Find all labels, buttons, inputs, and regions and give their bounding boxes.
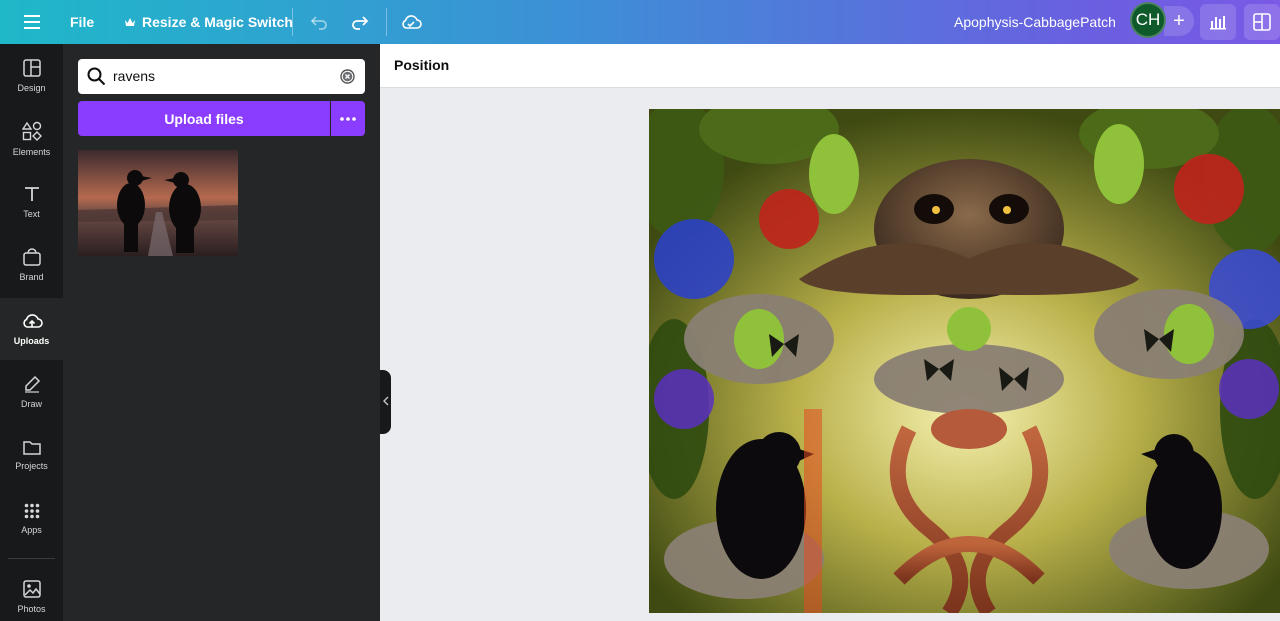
- layout-icon[interactable]: [1244, 4, 1280, 40]
- rail-item-brand[interactable]: Brand: [0, 234, 63, 296]
- left-rail: Design Elements Text Brand Uploads Draw …: [0, 44, 63, 621]
- top-bar: File Resize & Magic Switch Apophysis-Cab…: [0, 0, 1280, 44]
- cloud-sync-icon[interactable]: [396, 0, 426, 44]
- draw-icon: [23, 375, 41, 395]
- rail-label: Apps: [21, 525, 42, 535]
- rail-item-draw[interactable]: Draw: [0, 361, 63, 423]
- rail-item-apps[interactable]: Apps: [0, 488, 63, 550]
- rail-label: Text: [23, 209, 40, 219]
- crown-icon: [124, 14, 136, 30]
- upload-files-button[interactable]: Upload files: [78, 101, 330, 136]
- elements-icon: [21, 121, 42, 143]
- text-icon: [23, 185, 41, 205]
- divider: [386, 8, 387, 36]
- design-canvas[interactable]: [649, 109, 1280, 613]
- design-icon: [22, 59, 41, 79]
- file-menu[interactable]: File: [70, 0, 94, 44]
- position-button[interactable]: Position: [394, 57, 449, 73]
- document-title[interactable]: Apophysis-CabbagePatch: [954, 0, 1116, 44]
- rail-item-uploads[interactable]: Uploads: [0, 298, 63, 360]
- resize-label: Resize & Magic Switch: [142, 14, 293, 30]
- photo-icon: [22, 580, 41, 600]
- upload-cloud-icon: [21, 312, 43, 332]
- brand-icon: [22, 248, 41, 268]
- search-input[interactable]: ravens: [78, 59, 365, 94]
- rail-item-text[interactable]: Text: [0, 171, 63, 233]
- rail-item-design[interactable]: Design: [0, 45, 63, 107]
- search-icon: [87, 67, 106, 91]
- rail-label: Elements: [12, 147, 51, 157]
- rail-label: Draw: [20, 399, 42, 409]
- context-toolbar: Position: [380, 44, 1280, 88]
- folder-icon: [22, 439, 41, 457]
- rail-item-photos[interactable]: Photos: [0, 566, 63, 621]
- hamburger-menu-icon[interactable]: [16, 0, 48, 44]
- apps-grid-icon: [24, 503, 40, 521]
- avatar[interactable]: CH: [1130, 2, 1166, 38]
- rail-item-elements[interactable]: Elements: [0, 108, 63, 170]
- bar-chart-icon[interactable]: [1200, 4, 1236, 40]
- clear-search-icon[interactable]: [340, 69, 355, 89]
- search-value[interactable]: ravens: [113, 68, 155, 84]
- undo-icon[interactable]: [305, 0, 333, 44]
- upload-thumbnail-ravens[interactable]: [78, 150, 238, 256]
- divider: [292, 8, 293, 36]
- uploads-panel: ravens Upload files: [63, 44, 380, 621]
- rail-label: Photos: [17, 604, 46, 614]
- rail-divider: [8, 558, 55, 559]
- rail-item-projects[interactable]: Projects: [0, 424, 63, 486]
- rail-label: Uploads: [13, 336, 50, 346]
- collapse-panel-button[interactable]: [380, 370, 391, 434]
- resize-magic-switch-button[interactable]: Resize & Magic Switch: [124, 0, 293, 44]
- redo-icon[interactable]: [346, 0, 374, 44]
- canvas-artwork: [649, 109, 1280, 613]
- add-collaborator-button[interactable]: +: [1164, 6, 1194, 36]
- rail-label: Projects: [15, 461, 48, 471]
- rail-label: Design: [17, 83, 46, 93]
- more-dots-icon[interactable]: [331, 101, 365, 136]
- rail-label: Brand: [19, 272, 44, 282]
- chevron-left-icon: [382, 393, 389, 411]
